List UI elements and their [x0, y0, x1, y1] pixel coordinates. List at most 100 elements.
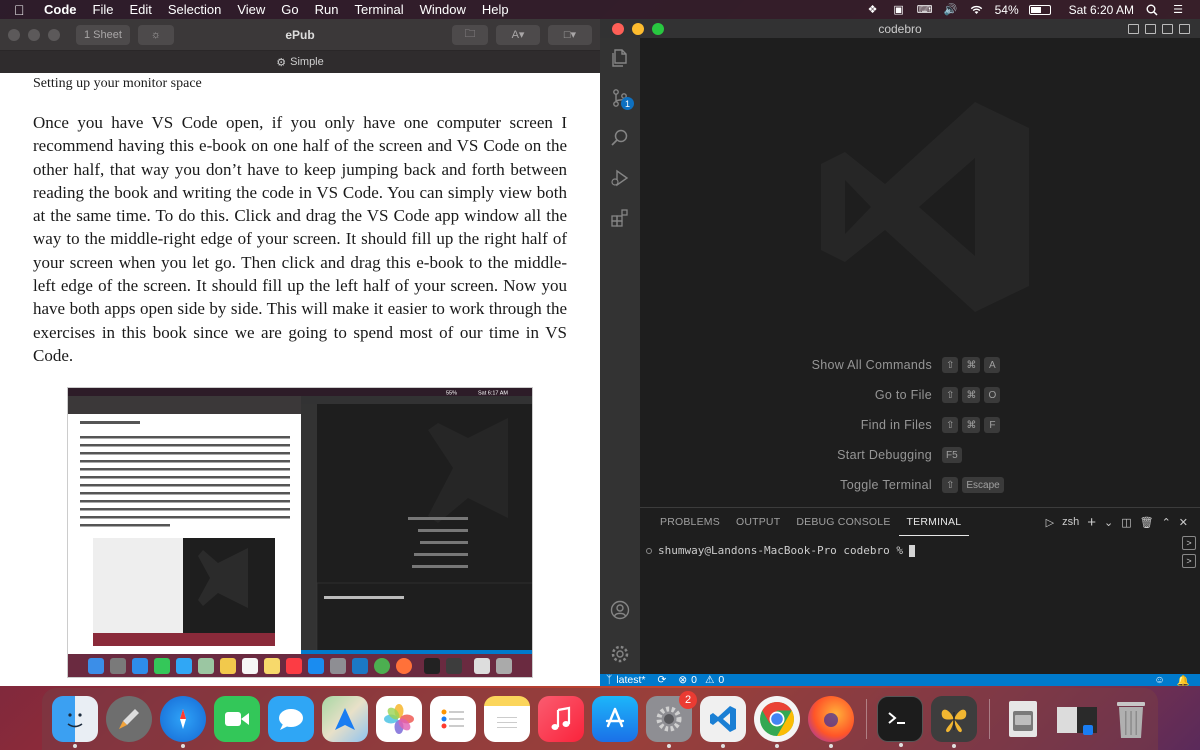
- terminal-instance-icon[interactable]: >: [1182, 554, 1196, 568]
- epub-theme-bar: ⚙ Simple: [0, 51, 600, 73]
- accounts-icon[interactable]: [600, 590, 640, 630]
- maps-icon[interactable]: [322, 696, 368, 742]
- music-icon[interactable]: [538, 696, 584, 742]
- photos-icon[interactable]: [376, 696, 422, 742]
- warning-count[interactable]: 0: [718, 674, 724, 686]
- terminal-prompt-line[interactable]: shumway@Landons-MacBook-Pro codebro %: [646, 544, 916, 557]
- terminal-instance-icon[interactable]: >: [1182, 536, 1196, 550]
- split-terminal-icon[interactable]: ◫: [1121, 516, 1131, 529]
- menu-terminal[interactable]: Terminal: [347, 0, 412, 19]
- shortcut-go-to-file[interactable]: Go to File ⇧ ⌘ O: [812, 380, 1012, 410]
- close-button[interactable]: [8, 28, 20, 41]
- shortcut-show-all-commands[interactable]: Show All Commands ⇧ ⌘ A: [812, 350, 1012, 380]
- control-center-icon[interactable]: ☰: [1170, 4, 1186, 16]
- key-cmd: ⌘: [962, 417, 981, 433]
- kill-terminal-icon[interactable]: 🗑: [1140, 516, 1154, 529]
- vscode-icon[interactable]: [700, 696, 746, 748]
- tes-butterfly-icon[interactable]: [931, 696, 977, 748]
- tab-output[interactable]: OUTPUT: [728, 508, 788, 536]
- launchpad-icon[interactable]: [106, 696, 152, 742]
- wifi-icon[interactable]: [969, 4, 985, 16]
- menu-go[interactable]: Go: [273, 0, 306, 19]
- epub-titlebar: 1 Sheet ☼ ePub 🗀 A▾ □▾: [0, 19, 600, 51]
- system-preferences-icon[interactable]: 2: [646, 691, 697, 748]
- display-icon[interactable]: ▣: [891, 4, 907, 16]
- toggle-secondary-sidebar-icon[interactable]: [1162, 23, 1173, 34]
- settings-gear-icon[interactable]: ⚙: [276, 56, 286, 69]
- zoom-button[interactable]: [48, 28, 60, 41]
- safari-icon[interactable]: [160, 696, 206, 748]
- downloads-stack-icon[interactable]: [1000, 696, 1046, 742]
- font-style-icon[interactable]: A▾: [496, 24, 540, 45]
- app-store-icon[interactable]: [592, 696, 638, 742]
- brightness-icon[interactable]: ☼: [137, 24, 174, 45]
- chrome-icon[interactable]: [754, 696, 800, 748]
- terminal-dropdown-icon[interactable]: ⌄: [1104, 516, 1113, 529]
- keyboard-icon[interactable]: ⌨: [917, 4, 933, 16]
- sheet-button[interactable]: 1 Sheet: [76, 24, 130, 45]
- tab-debug-console[interactable]: DEBUG CONSOLE: [788, 508, 898, 536]
- menu-selection[interactable]: Selection: [160, 0, 229, 19]
- menu-view[interactable]: View: [229, 0, 273, 19]
- tab-problems[interactable]: PROBLEMS: [652, 508, 728, 536]
- maximize-panel-icon[interactable]: ⌃: [1162, 516, 1171, 529]
- dropbox-icon[interactable]: ❖: [865, 4, 881, 16]
- menu-file[interactable]: File: [85, 0, 122, 19]
- close-button[interactable]: [612, 22, 624, 35]
- epub-page: Setting up your monitor space Once you h…: [0, 76, 600, 367]
- shortcut-label: Go to File: [874, 388, 932, 402]
- minimize-button[interactable]: [28, 28, 40, 41]
- embedded-screenshot-graphic: 55% Sat 6:17 AM: [68, 388, 532, 677]
- git-branch[interactable]: latest*: [616, 674, 645, 686]
- battery-percent[interactable]: 54%: [995, 3, 1019, 17]
- new-terminal-icon[interactable]: +: [1087, 514, 1096, 531]
- terminal-icon[interactable]: [877, 696, 923, 747]
- menu-window[interactable]: Window: [412, 0, 474, 19]
- menu-edit[interactable]: Edit: [121, 0, 159, 19]
- trash-icon[interactable]: [1108, 696, 1154, 742]
- error-count[interactable]: 0: [691, 674, 697, 686]
- toggle-panel-icon[interactable]: [1145, 23, 1156, 34]
- menu-help[interactable]: Help: [474, 0, 517, 19]
- minimize-button[interactable]: [632, 22, 644, 35]
- activity-bar: 1: [600, 38, 640, 674]
- close-panel-icon[interactable]: ✕: [1179, 516, 1188, 529]
- shortcut-find-in-files[interactable]: Find in Files ⇧ ⌘ F: [812, 410, 1012, 440]
- epub-reader-window: 1 Sheet ☼ ePub 🗀 A▾ □▾ ⚙ Simple Setting …: [0, 19, 600, 686]
- theme-label[interactable]: Simple: [290, 56, 324, 68]
- feedback-icon[interactable]: ☺: [1154, 674, 1165, 687]
- panel-actions: ▷ zsh + ⌄ ◫ 🗑 ⌃ ✕: [1046, 514, 1200, 531]
- facetime-icon[interactable]: [214, 696, 260, 742]
- document-menu-icon[interactable]: □▾: [548, 24, 592, 45]
- toggle-primary-sidebar-icon[interactable]: [1128, 23, 1139, 34]
- reminders-icon[interactable]: [430, 696, 476, 742]
- finder-icon[interactable]: [52, 696, 98, 748]
- menu-run[interactable]: Run: [307, 0, 347, 19]
- extensions-icon[interactable]: [600, 198, 640, 238]
- search-icon[interactable]: [600, 118, 640, 158]
- battery-icon[interactable]: [1028, 4, 1051, 15]
- notes-icon[interactable]: [484, 696, 530, 742]
- shortcut-label: Find in Files: [860, 418, 932, 432]
- explorer-icon[interactable]: [600, 38, 640, 78]
- firefox-icon[interactable]: [808, 696, 854, 748]
- sync-icon[interactable]: ⟳: [658, 674, 667, 686]
- screenshot-stack-icon[interactable]: [1054, 696, 1100, 742]
- folder-icon[interactable]: 🗀: [452, 24, 488, 45]
- apple-menu-icon[interactable]: : [14, 2, 36, 18]
- zoom-button[interactable]: [652, 22, 664, 35]
- run-and-debug-icon[interactable]: [600, 158, 640, 198]
- menu-app-name[interactable]: Code: [36, 0, 85, 19]
- messages-icon[interactable]: [268, 696, 314, 742]
- customize-layout-icon[interactable]: [1179, 23, 1190, 34]
- clock[interactable]: Sat 6:20 AM: [1069, 3, 1134, 17]
- volume-icon[interactable]: 🔊: [943, 4, 959, 16]
- spotlight-search-icon[interactable]: [1144, 4, 1160, 16]
- tab-terminal[interactable]: TERMINAL: [898, 508, 970, 536]
- shortcut-start-debugging[interactable]: Start Debugging F5: [812, 440, 1012, 470]
- terminal-shell-name[interactable]: zsh: [1062, 516, 1079, 528]
- source-control-icon[interactable]: 1: [600, 78, 640, 118]
- manage-gear-icon[interactable]: [600, 634, 640, 674]
- notifications-bell-icon[interactable]: 🔔: [1177, 674, 1190, 687]
- shortcut-toggle-terminal[interactable]: Toggle Terminal ⇧ Escape: [812, 470, 1012, 500]
